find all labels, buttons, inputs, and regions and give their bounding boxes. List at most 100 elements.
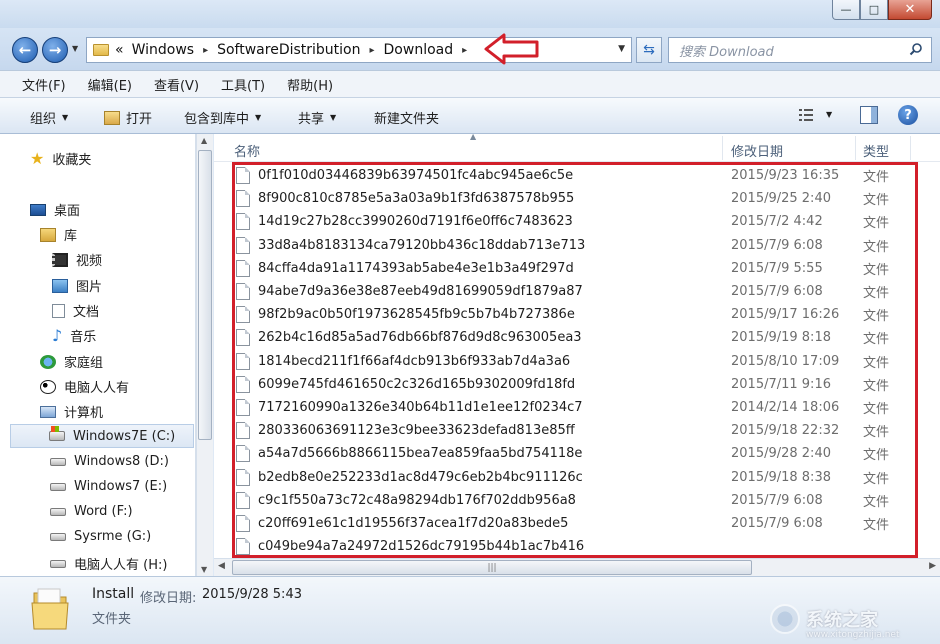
scroll-down-icon[interactable]: ▼ <box>201 565 207 574</box>
breadcrumb-separator-icon[interactable]: ▸ <box>462 45 467 56</box>
nav-music-label: 音乐 <box>70 330 97 345</box>
folder-icon <box>93 44 109 56</box>
share-button[interactable]: 共享 ▼ <box>298 108 336 127</box>
search-input[interactable]: 搜索 Download <box>668 37 932 63</box>
breadcrumb-overflow[interactable]: « <box>115 42 124 58</box>
drive-icon <box>50 559 66 568</box>
watermark-text: 系统之家 <box>806 610 878 631</box>
view-options-chevron-icon[interactable]: ▼ <box>826 110 832 119</box>
scroll-right-icon[interactable]: ▶ <box>929 561 936 571</box>
nav-desktop-label: 桌面 <box>54 204 81 219</box>
menu-tools[interactable]: 工具(T) <box>221 75 265 94</box>
breadcrumb-separator-icon[interactable]: ▸ <box>203 45 208 56</box>
menu-bar: 文件(F) 编辑(E) 查看(V) 工具(T) 帮助(H) <box>0 70 940 98</box>
breadcrumb-download[interactable]: Download <box>384 42 454 58</box>
column-divider[interactable] <box>910 136 911 160</box>
breadcrumb-windows[interactable]: Windows <box>132 42 195 58</box>
help-icon[interactable]: ? <box>898 105 918 125</box>
nav-drive-d[interactable]: Windows8 (D:) <box>50 454 169 469</box>
minimize-button[interactable]: — <box>832 0 860 20</box>
new-folder-label: 新建文件夹 <box>374 112 440 127</box>
drive-icon <box>50 457 66 466</box>
nav-libraries[interactable]: 库 <box>40 225 77 244</box>
music-note-icon: ♪ <box>52 325 63 345</box>
forward-button[interactable]: → <box>42 37 68 63</box>
nav-drive-e[interactable]: Windows7 (E:) <box>50 479 167 494</box>
horizontal-scrollbar[interactable]: ◀ ||| ▶ <box>214 558 940 576</box>
red-arrow-annotation-icon <box>484 33 539 65</box>
menu-view[interactable]: 查看(V) <box>154 75 199 94</box>
nav-user-label: 电脑人人有 <box>64 381 130 396</box>
breadcrumb: « Windows ▸ SoftwareDistribution ▸ Downl… <box>115 42 476 58</box>
watermark-logo: 系统之家 www.xitongzhijia.net <box>770 604 899 640</box>
nav-desktop[interactable]: 桌面 <box>30 200 80 219</box>
column-name[interactable]: 名称 <box>234 141 260 160</box>
column-date[interactable]: 修改日期 <box>731 141 783 160</box>
nav-favorites[interactable]: ★ 收藏夹 <box>30 149 91 168</box>
star-icon: ★ <box>30 148 45 168</box>
refresh-button[interactable]: ⇆ <box>636 37 662 63</box>
close-button[interactable]: ✕ <box>888 0 932 20</box>
breadcrumb-separator-icon[interactable]: ▸ <box>370 45 375 56</box>
preview-pane-icon[interactable] <box>860 106 878 124</box>
nav-computer[interactable]: 计算机 <box>40 402 103 421</box>
address-dropdown-icon[interactable]: ▼ <box>618 44 625 54</box>
include-in-library-button[interactable]: 包含到库中 ▼ <box>184 108 261 127</box>
column-divider[interactable] <box>722 136 723 160</box>
chevron-down-icon: ▼ <box>330 113 337 122</box>
search-icon[interactable] <box>909 42 923 56</box>
nav-user[interactable]: 电脑人人有 <box>40 377 129 396</box>
modified-date-value: 2015/9/28 5:43 <box>202 587 302 602</box>
selected-item-name: Install <box>92 586 135 602</box>
horizontal-scrollbar-thumb[interactable]: ||| <box>232 560 752 575</box>
nav-drive-h[interactable]: 电脑人人有 (H:) <box>50 554 167 573</box>
organize-button[interactable]: 组织 ▼ <box>30 108 68 127</box>
nav-documents[interactable]: 文档 <box>52 301 99 320</box>
column-divider[interactable] <box>855 136 856 160</box>
nav-homegroup[interactable]: 家庭组 <box>40 352 103 371</box>
menu-help[interactable]: 帮助(H) <box>287 75 333 94</box>
open-button[interactable]: 打开 <box>104 108 152 127</box>
nav-music[interactable]: ♪ 音乐 <box>52 326 96 345</box>
breadcrumb-softwaredistribution[interactable]: SoftwareDistribution <box>217 42 360 58</box>
column-type[interactable]: 类型 <box>863 141 889 160</box>
menu-edit[interactable]: 编辑(E) <box>88 75 132 94</box>
nav-scrollbar-thumb[interactable] <box>198 150 212 440</box>
new-folder-button[interactable]: 新建文件夹 <box>374 108 439 127</box>
desktop-icon <box>30 203 46 216</box>
nav-favorites-label: 收藏夹 <box>52 153 92 168</box>
menu-file[interactable]: 文件(F) <box>22 75 66 94</box>
command-bar: 组织 ▼ 打开 包含到库中 ▼ 共享 ▼ 新建文件夹 ▼ ? <box>0 98 940 134</box>
nav-drive-c[interactable]: Windows7E (C:) <box>10 424 194 448</box>
view-options-icon[interactable] <box>798 107 814 123</box>
nav-drive-g[interactable]: Sysrme (G:) <box>50 529 151 544</box>
nav-computer-label: 计算机 <box>64 406 104 421</box>
organize-label: 组织 <box>30 112 57 127</box>
modified-date-label: 修改日期: <box>140 591 197 606</box>
nav-drive-f[interactable]: Word (F:) <box>50 504 133 519</box>
window-controls: — □ ✕ <box>832 0 932 20</box>
navigation-pane: ★ 收藏夹 桌面 库 视频 图片 文档 ♪ 音乐 家庭组 电脑人人有 计算机 W… <box>0 134 196 576</box>
search-placeholder: 搜索 Download <box>679 44 774 60</box>
document-icon <box>52 303 65 318</box>
address-bar[interactable]: « Windows ▸ SoftwareDistribution ▸ Downl… <box>86 37 632 63</box>
recent-pages-dropdown[interactable]: ▼ <box>72 44 78 53</box>
nav-libraries-label: 库 <box>64 229 78 244</box>
navigation-bar: ← → ▼ « Windows ▸ SoftwareDistribution ▸… <box>0 28 940 70</box>
selected-item-type: 文件夹 <box>92 612 132 627</box>
panda-user-icon <box>40 379 56 394</box>
nav-pictures[interactable]: 图片 <box>52 276 102 295</box>
nav-drive-d-label: Windows8 (D:) <box>74 454 169 469</box>
nav-scrollbar[interactable]: ▲ ▼ <box>196 134 213 576</box>
scroll-up-icon[interactable]: ▲ <box>201 136 207 145</box>
nav-homegroup-label: 家庭组 <box>64 356 104 371</box>
scroll-left-icon[interactable]: ◀ <box>218 561 225 571</box>
share-label: 共享 <box>298 112 325 127</box>
nav-videos[interactable]: 视频 <box>52 250 102 269</box>
maximize-button[interactable]: □ <box>860 0 888 20</box>
homegroup-icon <box>40 354 56 369</box>
nav-drive-f-label: Word (F:) <box>74 504 133 519</box>
sort-ascending-icon: ▲ <box>470 134 477 141</box>
back-button[interactable]: ← <box>12 37 38 63</box>
drive-icon <box>50 532 66 541</box>
